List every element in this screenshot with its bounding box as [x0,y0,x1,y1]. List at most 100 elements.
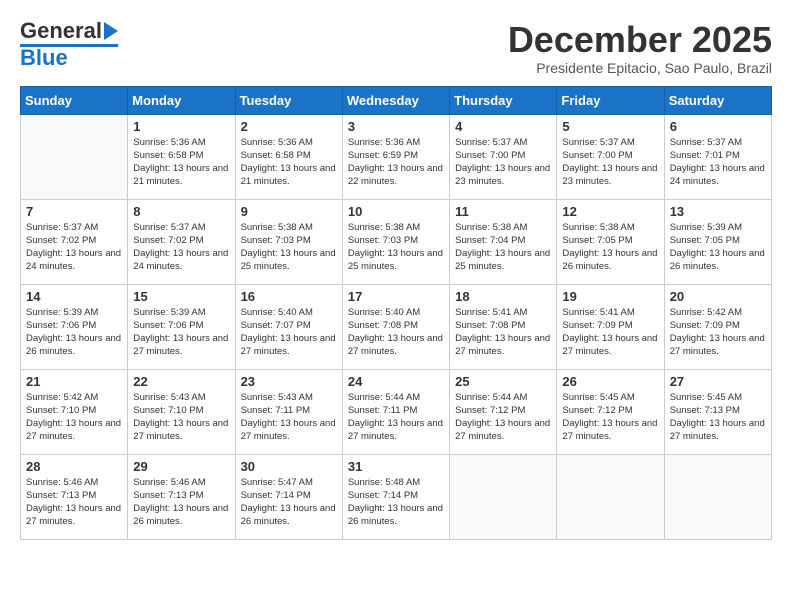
sunset-time: Sunset: 7:10 PM [26,405,96,416]
day-info: Sunrise: 5:45 AM Sunset: 7:13 PM Dayligh… [670,391,766,444]
daylight-hours: Daylight: 13 hours and 27 minutes. [241,333,336,357]
table-row: 2 Sunrise: 5:36 AM Sunset: 6:58 PM Dayli… [235,114,342,199]
day-number: 27 [670,374,766,389]
daylight-hours: Daylight: 13 hours and 22 minutes. [348,163,443,187]
sunrise-time: Sunrise: 5:44 AM [348,392,420,403]
day-number: 17 [348,289,444,304]
sunrise-time: Sunrise: 5:37 AM [562,137,634,148]
table-row: 18 Sunrise: 5:41 AM Sunset: 7:08 PM Dayl… [450,284,557,369]
sunrise-time: Sunrise: 5:40 AM [241,307,313,318]
sunset-time: Sunset: 7:05 PM [670,235,740,246]
table-row: 23 Sunrise: 5:43 AM Sunset: 7:11 PM Dayl… [235,369,342,454]
table-row: 22 Sunrise: 5:43 AM Sunset: 7:10 PM Dayl… [128,369,235,454]
sunrise-time: Sunrise: 5:41 AM [455,307,527,318]
day-number: 2 [241,119,337,134]
logo-arrow-icon [104,22,118,40]
table-row: 19 Sunrise: 5:41 AM Sunset: 7:09 PM Dayl… [557,284,664,369]
day-info: Sunrise: 5:37 AM Sunset: 7:02 PM Dayligh… [26,221,122,274]
sunset-time: Sunset: 7:11 PM [348,405,418,416]
table-row: 5 Sunrise: 5:37 AM Sunset: 7:00 PM Dayli… [557,114,664,199]
day-info: Sunrise: 5:44 AM Sunset: 7:11 PM Dayligh… [348,391,444,444]
daylight-hours: Daylight: 13 hours and 27 minutes. [455,418,550,442]
sunset-time: Sunset: 7:06 PM [133,320,203,331]
day-number: 22 [133,374,229,389]
daylight-hours: Daylight: 13 hours and 25 minutes. [241,248,336,272]
sunrise-time: Sunrise: 5:42 AM [670,307,742,318]
day-info: Sunrise: 5:44 AM Sunset: 7:12 PM Dayligh… [455,391,551,444]
day-info: Sunrise: 5:46 AM Sunset: 7:13 PM Dayligh… [26,476,122,529]
sunrise-time: Sunrise: 5:39 AM [670,222,742,233]
daylight-hours: Daylight: 13 hours and 27 minutes. [562,333,657,357]
day-info: Sunrise: 5:37 AM Sunset: 7:02 PM Dayligh… [133,221,229,274]
logo: General Blue [20,20,118,69]
daylight-hours: Daylight: 13 hours and 27 minutes. [562,418,657,442]
day-info: Sunrise: 5:37 AM Sunset: 7:00 PM Dayligh… [455,136,551,189]
table-row: 6 Sunrise: 5:37 AM Sunset: 7:01 PM Dayli… [664,114,771,199]
sunset-time: Sunset: 6:58 PM [133,150,203,161]
day-number: 5 [562,119,658,134]
sunrise-time: Sunrise: 5:36 AM [241,137,313,148]
day-number: 28 [26,459,122,474]
day-number: 23 [241,374,337,389]
day-number: 24 [348,374,444,389]
day-info: Sunrise: 5:36 AM Sunset: 6:58 PM Dayligh… [241,136,337,189]
table-row: 4 Sunrise: 5:37 AM Sunset: 7:00 PM Dayli… [450,114,557,199]
sunrise-time: Sunrise: 5:39 AM [133,307,205,318]
daylight-hours: Daylight: 13 hours and 26 minutes. [348,503,443,527]
day-number: 7 [26,204,122,219]
day-number: 30 [241,459,337,474]
sunrise-time: Sunrise: 5:46 AM [26,477,98,488]
sunset-time: Sunset: 7:04 PM [455,235,525,246]
sunrise-time: Sunrise: 5:45 AM [562,392,634,403]
day-number: 13 [670,204,766,219]
day-number: 6 [670,119,766,134]
table-row: 24 Sunrise: 5:44 AM Sunset: 7:11 PM Dayl… [342,369,449,454]
daylight-hours: Daylight: 13 hours and 27 minutes. [26,418,121,442]
daylight-hours: Daylight: 13 hours and 24 minutes. [26,248,121,272]
day-info: Sunrise: 5:39 AM Sunset: 7:06 PM Dayligh… [26,306,122,359]
table-row: 12 Sunrise: 5:38 AM Sunset: 7:05 PM Dayl… [557,199,664,284]
sunrise-time: Sunrise: 5:48 AM [348,477,420,488]
sunset-time: Sunset: 7:02 PM [133,235,203,246]
table-row: 31 Sunrise: 5:48 AM Sunset: 7:14 PM Dayl… [342,454,449,539]
sunset-time: Sunset: 7:13 PM [26,490,96,501]
sunset-time: Sunset: 7:12 PM [455,405,525,416]
day-number: 1 [133,119,229,134]
daylight-hours: Daylight: 13 hours and 27 minutes. [133,333,228,357]
day-number: 21 [26,374,122,389]
daylight-hours: Daylight: 13 hours and 27 minutes. [26,503,121,527]
sunset-time: Sunset: 7:07 PM [241,320,311,331]
day-number: 18 [455,289,551,304]
daylight-hours: Daylight: 13 hours and 26 minutes. [26,333,121,357]
sunrise-time: Sunrise: 5:37 AM [455,137,527,148]
daylight-hours: Daylight: 13 hours and 26 minutes. [562,248,657,272]
table-row: 3 Sunrise: 5:36 AM Sunset: 6:59 PM Dayli… [342,114,449,199]
sunset-time: Sunset: 7:14 PM [348,490,418,501]
daylight-hours: Daylight: 13 hours and 25 minutes. [455,248,550,272]
day-info: Sunrise: 5:38 AM Sunset: 7:03 PM Dayligh… [348,221,444,274]
day-info: Sunrise: 5:39 AM Sunset: 7:05 PM Dayligh… [670,221,766,274]
day-info: Sunrise: 5:43 AM Sunset: 7:11 PM Dayligh… [241,391,337,444]
daylight-hours: Daylight: 13 hours and 26 minutes. [133,503,228,527]
sunset-time: Sunset: 7:12 PM [562,405,632,416]
table-row: 8 Sunrise: 5:37 AM Sunset: 7:02 PM Dayli… [128,199,235,284]
col-thursday: Thursday [450,86,557,114]
day-number: 26 [562,374,658,389]
sunrise-time: Sunrise: 5:46 AM [133,477,205,488]
day-number: 4 [455,119,551,134]
daylight-hours: Daylight: 13 hours and 27 minutes. [348,333,443,357]
sunrise-time: Sunrise: 5:47 AM [241,477,313,488]
location-subtitle: Presidente Epitacio, Sao Paulo, Brazil [508,60,772,76]
sunset-time: Sunset: 7:08 PM [455,320,525,331]
sunset-time: Sunset: 7:03 PM [241,235,311,246]
day-info: Sunrise: 5:36 AM Sunset: 6:59 PM Dayligh… [348,136,444,189]
sunset-time: Sunset: 7:00 PM [562,150,632,161]
sunrise-time: Sunrise: 5:38 AM [241,222,313,233]
header-row: Sunday Monday Tuesday Wednesday Thursday… [21,86,772,114]
sunset-time: Sunset: 7:02 PM [26,235,96,246]
day-info: Sunrise: 5:40 AM Sunset: 7:07 PM Dayligh… [241,306,337,359]
sunset-time: Sunset: 6:59 PM [348,150,418,161]
sunrise-time: Sunrise: 5:41 AM [562,307,634,318]
col-sunday: Sunday [21,86,128,114]
table-row: 10 Sunrise: 5:38 AM Sunset: 7:03 PM Dayl… [342,199,449,284]
